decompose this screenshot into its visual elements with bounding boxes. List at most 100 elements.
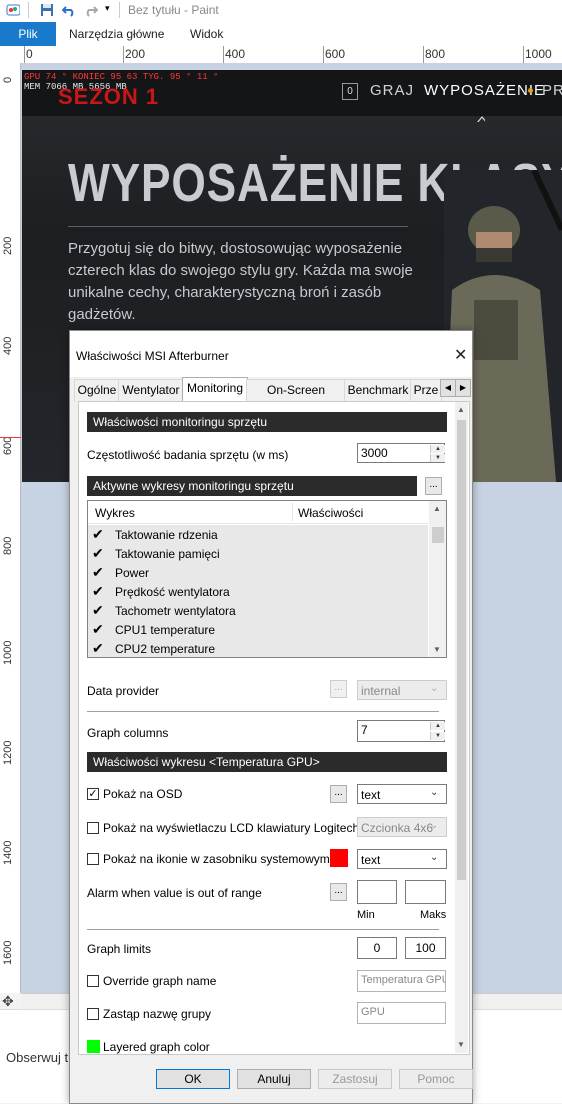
graph-label: Power xyxy=(115,566,150,580)
graph-limit-max-input[interactable]: 100 xyxy=(405,937,446,959)
game-nav-play[interactable]: GRAJ xyxy=(370,82,414,99)
graphs-more-button[interactable]: ... xyxy=(425,477,442,495)
panel-scrollbar[interactable]: ▲ ▼ xyxy=(455,402,468,1053)
spin-down-icon[interactable]: ▼ xyxy=(430,732,445,740)
list-item[interactable]: ✔ Power xyxy=(88,563,428,582)
spin-down-icon[interactable]: ▼ xyxy=(430,454,445,462)
polling-period-spinner[interactable]: 3000 ▲ ▼ xyxy=(357,443,445,463)
game-nav-next[interactable]: PR xyxy=(542,82,562,99)
tray-mode-select[interactable]: text ⌄ xyxy=(357,849,447,869)
list-scrollbar[interactable]: ▲ ▼ xyxy=(429,501,446,657)
ruler-position-marker xyxy=(0,437,22,438)
list-item[interactable]: ✔ Taktowanie pamięci xyxy=(88,544,428,563)
checkmark-icon[interactable]: ✔ xyxy=(92,526,104,543)
show-lcd-label: Pokaż na wyświetlaczu LCD klawiatury Log… xyxy=(103,821,360,835)
checkmark-icon[interactable]: ✔ xyxy=(92,640,104,657)
spin-up-icon[interactable]: ▲ xyxy=(430,722,445,730)
spin-up-icon[interactable]: ▲ xyxy=(430,445,445,453)
lcd-font-select[interactable]: Czcionka 4x6 ⌄ xyxy=(357,817,447,837)
replace-group-checkbox[interactable] xyxy=(87,1008,99,1020)
graph-limits-label: Graph limits xyxy=(87,942,152,956)
dialog-title-bar[interactable]: Właściwości MSI Afterburner ✕ xyxy=(70,331,472,377)
replace-group-input[interactable]: GPU xyxy=(357,1002,446,1024)
cancel-button[interactable]: Anuluj xyxy=(237,1069,311,1089)
checkmark-icon[interactable]: ✔ xyxy=(92,583,104,600)
ruler-left-label: 0 xyxy=(2,76,14,83)
chevron-down-icon[interactable]: ▼ xyxy=(433,645,441,654)
osd-mode-select[interactable]: text ⌄ xyxy=(357,784,447,804)
ribbon-tab-bar: Plik Narzędzia główne Widok xyxy=(0,22,562,47)
data-provider-more-button[interactable]: ... xyxy=(330,680,347,698)
checkmark-icon[interactable]: ✔ xyxy=(92,602,104,619)
list-item[interactable]: ✔ Prędkość wentylatora xyxy=(88,582,428,601)
undo-icon[interactable] xyxy=(62,3,76,17)
quick-access-dropdown-icon[interactable]: ▾ xyxy=(105,3,110,14)
list-item[interactable]: ✔ Taktowanie rdzenia xyxy=(88,525,428,544)
chevron-down-icon[interactable]: ▼ xyxy=(457,1040,465,1049)
chevron-left-icon[interactable]: ◀ xyxy=(440,379,456,397)
redo-icon[interactable] xyxy=(84,3,98,17)
apply-button[interactable]: Zastosuj xyxy=(318,1069,392,1089)
graph-columns-value: 7 xyxy=(361,723,368,737)
graph-columns-spinner[interactable]: 7 ▲ ▼ xyxy=(357,720,445,742)
monitoring-panel: ▲ ▼ Właściwości monitoringu sprzętu Częs… xyxy=(78,401,470,1055)
graphs-list[interactable]: Wykres Właściwości ▲ ▼ ✔ Taktowanie rdzen… xyxy=(87,500,447,658)
panel-scroll-thumb[interactable] xyxy=(457,420,466,880)
tab-general[interactable]: Ogólne xyxy=(74,379,120,402)
alarm-max-input[interactable] xyxy=(405,880,446,904)
layered-color-label: Layered graph color xyxy=(103,1040,210,1054)
ruler-left-label: 1000 xyxy=(2,640,14,665)
ruler-top-label: 1000 xyxy=(525,47,552,61)
alarm-min-input[interactable] xyxy=(357,880,397,904)
paint-title-bar: ▾ Bez tytułu - Paint xyxy=(0,0,562,22)
list-item[interactable]: ✔ CPU1 temperature xyxy=(88,620,428,639)
tab-monitoring[interactable]: Monitoring xyxy=(182,377,248,402)
checkmark-icon[interactable]: ✔ xyxy=(92,621,104,638)
override-name-input[interactable]: Temperatura GPU xyxy=(357,970,446,992)
tray-color-swatch[interactable] xyxy=(330,849,348,867)
ruler-top: 0 200 400 600 800 1000 xyxy=(20,46,562,64)
tab-fan[interactable]: Wentylator xyxy=(118,379,184,402)
checkmark-icon[interactable]: ✔ xyxy=(92,564,104,581)
game-nav-loadout[interactable]: WYPOSAŻENIE xyxy=(424,82,545,99)
tab-home[interactable]: Narzędzia główne xyxy=(69,22,164,46)
list-item[interactable]: ✔ CPU2 temperature xyxy=(88,639,428,657)
close-icon[interactable]: ✕ xyxy=(454,345,467,365)
list-scroll-thumb[interactable] xyxy=(432,527,444,543)
status-text: Obserwuj t xyxy=(6,1050,69,1065)
show-osd-checkbox[interactable]: ✓ xyxy=(87,788,99,800)
save-icon[interactable] xyxy=(40,3,54,17)
help-button[interactable]: Pomoc xyxy=(399,1069,473,1089)
ruler-top-label: 800 xyxy=(425,47,446,61)
show-tray-checkbox[interactable] xyxy=(87,853,99,865)
tab-on-screen-display[interactable]: On-Screen Display xyxy=(246,379,346,417)
layered-color-swatch[interactable] xyxy=(87,1040,100,1053)
ruler-left-label: 1200 xyxy=(2,740,14,765)
ok-button[interactable]: OK xyxy=(156,1069,230,1089)
ruler-top-label: 200 xyxy=(125,47,146,61)
ruler-left-label: 1600 xyxy=(2,940,14,965)
alarm-label: Alarm when value is out of range xyxy=(87,886,262,900)
osd-more-button[interactable]: ... xyxy=(330,785,347,803)
graph-columns-label: Graph columns xyxy=(87,726,169,740)
column-graph[interactable]: Wykres xyxy=(95,506,135,520)
override-name-value: Temperatura GPU xyxy=(361,974,446,986)
paint-app-icon[interactable] xyxy=(6,3,20,17)
graph-limit-min-input[interactable]: 0 xyxy=(357,937,397,959)
data-provider-select[interactable]: internal ⌄ xyxy=(357,680,447,700)
show-lcd-checkbox[interactable] xyxy=(87,822,99,834)
column-properties[interactable]: Właściwości xyxy=(298,506,363,520)
checkmark-icon[interactable]: ✔ xyxy=(92,545,104,562)
alarm-more-button[interactable]: ... xyxy=(330,883,347,901)
tab-view[interactable]: Widok xyxy=(190,22,223,46)
tab-more[interactable]: Prze xyxy=(410,379,442,402)
tab-benchmark[interactable]: Benchmark xyxy=(344,379,412,402)
chevron-right-icon[interactable]: ▶ xyxy=(455,379,471,397)
chevron-up-icon[interactable]: ▲ xyxy=(433,504,441,513)
list-item[interactable]: ✔ Tachometr wentylatora xyxy=(88,601,428,620)
chevron-up-icon[interactable]: ▲ xyxy=(457,405,465,414)
override-name-checkbox[interactable] xyxy=(87,975,99,987)
tab-file[interactable]: Plik xyxy=(0,22,56,46)
ruler-corner xyxy=(0,46,20,63)
polling-label: Częstotliwość badania sprzętu (w ms) xyxy=(87,448,289,462)
